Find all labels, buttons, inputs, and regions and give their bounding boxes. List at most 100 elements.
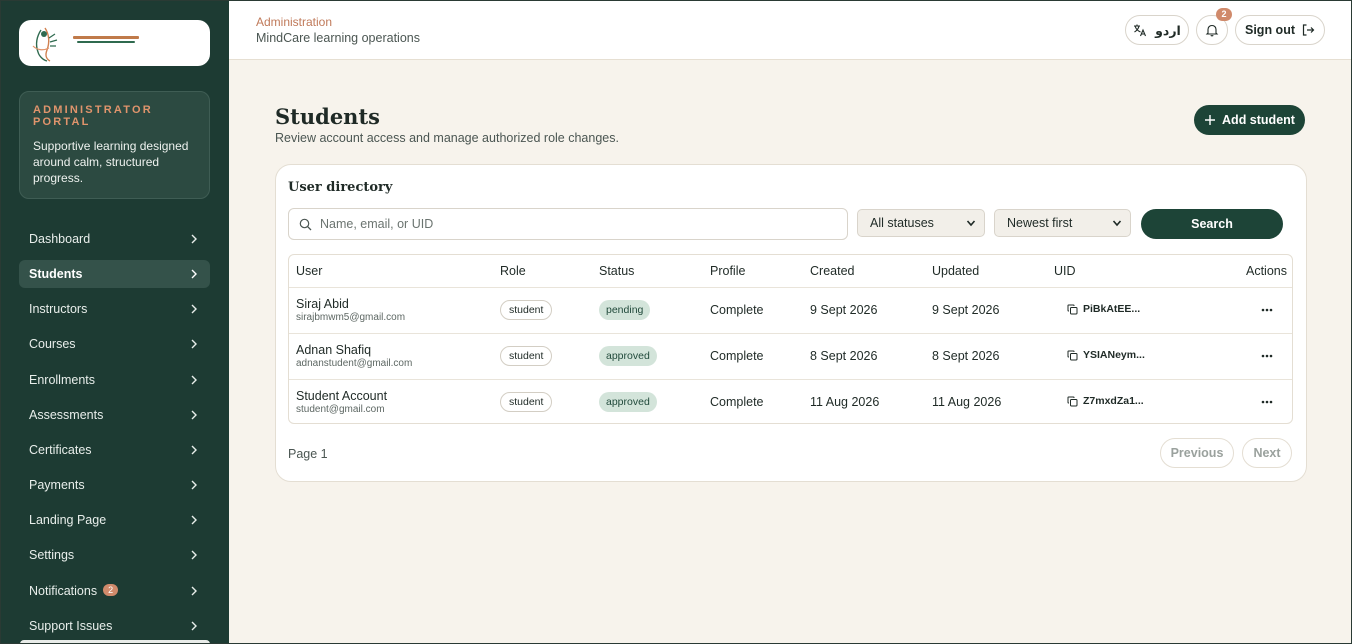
uid-value: Z7mxdZa1... bbox=[1083, 395, 1144, 407]
created-date: 11 Aug 2026 bbox=[810, 395, 880, 409]
more-actions-icon[interactable] bbox=[1259, 349, 1275, 363]
sidebar-item-label: Students bbox=[29, 267, 83, 281]
role-badge: student bbox=[500, 300, 553, 320]
chevron-right-icon bbox=[191, 480, 197, 490]
users-table: User Role Status Profile Created Updated… bbox=[288, 254, 1293, 424]
sidebar-item-label: Enrollments bbox=[29, 373, 95, 387]
column-header-actions: Actions bbox=[1246, 264, 1287, 278]
sort-select[interactable]: Newest first bbox=[994, 209, 1131, 237]
sidebar-item-landing-page[interactable]: Landing Page bbox=[19, 506, 210, 534]
breadcrumb[interactable]: Administration bbox=[256, 15, 332, 29]
notification-count-badge: 2 bbox=[103, 584, 119, 596]
bell-icon bbox=[1205, 24, 1219, 37]
updated-date: 8 Sept 2026 bbox=[932, 349, 1000, 363]
column-header-profile: Profile bbox=[710, 264, 746, 278]
sidebar-item-certificates[interactable]: Certificates bbox=[19, 436, 210, 464]
table-row[interactable]: Student Account student@gmail.com studen… bbox=[289, 379, 1292, 423]
profile-status: Complete bbox=[710, 303, 764, 317]
search-field[interactable] bbox=[288, 208, 848, 240]
page-subtitle: Review account access and manage authori… bbox=[275, 131, 619, 145]
chevron-right-icon bbox=[191, 375, 197, 385]
sidebar-item-students[interactable]: Students bbox=[19, 260, 210, 288]
sort-value: Newest first bbox=[1007, 216, 1073, 230]
role-badge: student bbox=[500, 392, 553, 412]
sidebar-item-notifications[interactable]: Notifications 2 bbox=[19, 577, 210, 605]
chevron-right-icon bbox=[191, 586, 197, 596]
chevron-right-icon bbox=[191, 621, 197, 631]
sidebar-item-enrollments[interactable]: Enrollments bbox=[19, 366, 210, 394]
profile-status: Complete bbox=[710, 349, 764, 363]
logout-icon bbox=[1302, 24, 1315, 36]
user-email: sirajbmwm5@gmail.com bbox=[296, 312, 406, 323]
sidebar-item-settings[interactable]: Settings bbox=[19, 541, 210, 569]
uid-copy[interactable]: PiBkAtEE... bbox=[1067, 303, 1140, 315]
sidebar-item-payments[interactable]: Payments bbox=[19, 471, 210, 499]
previous-page-button[interactable]: Previous bbox=[1160, 438, 1234, 468]
language-label: اردو bbox=[1155, 23, 1181, 38]
sidebar-item-dashboard[interactable]: Dashboard bbox=[19, 225, 210, 253]
search-icon bbox=[299, 218, 312, 230]
created-date: 8 Sept 2026 bbox=[810, 349, 878, 363]
brand-logo-icon bbox=[32, 27, 139, 62]
sidebar-item-assessments[interactable]: Assessments bbox=[19, 401, 210, 429]
column-header-user: User bbox=[296, 264, 323, 278]
chevron-right-icon bbox=[191, 234, 197, 244]
more-actions-icon[interactable] bbox=[1259, 395, 1275, 409]
chevron-down-icon bbox=[966, 220, 976, 227]
notifications-button[interactable]: 2 bbox=[1196, 8, 1232, 45]
user-email: adnanstudent@gmail.com bbox=[296, 358, 413, 369]
sidebar-item-label: Settings bbox=[29, 548, 75, 562]
chevron-right-icon bbox=[191, 410, 197, 420]
header-subtitle: MindCare learning operations bbox=[256, 31, 420, 45]
page-indicator: Page 1 bbox=[288, 447, 328, 461]
card-title: User directory bbox=[288, 180, 393, 195]
column-header-uid: UID bbox=[1054, 264, 1076, 278]
logo[interactable] bbox=[19, 20, 210, 66]
sidebar-item-label: Certificates bbox=[29, 443, 92, 457]
uid-value: YSIANeym... bbox=[1083, 349, 1145, 361]
portal-description: Supportive learning designed around calm… bbox=[33, 139, 189, 185]
copy-icon bbox=[1067, 396, 1078, 406]
status-badge: approved bbox=[599, 346, 657, 366]
column-header-created: Created bbox=[810, 264, 855, 278]
copy-icon bbox=[1067, 304, 1078, 314]
status-filter-select[interactable]: All statuses bbox=[857, 209, 985, 237]
translate-icon bbox=[1134, 24, 1147, 37]
user-name: Siraj Abid bbox=[296, 297, 349, 311]
chevron-right-icon bbox=[191, 550, 197, 560]
add-student-button[interactable]: Add student bbox=[1194, 105, 1305, 135]
sidebar-item-label: Notifications bbox=[29, 584, 98, 598]
uid-copy[interactable]: YSIANeym... bbox=[1067, 349, 1145, 361]
more-actions-icon[interactable] bbox=[1259, 303, 1275, 317]
portal-card: ADMINISTRATOR PORTAL Supportive learning… bbox=[19, 91, 210, 199]
sidebar-item-label: Instructors bbox=[29, 302, 88, 316]
copy-icon bbox=[1067, 350, 1078, 360]
role-badge: student bbox=[500, 346, 553, 366]
created-date: 9 Sept 2026 bbox=[810, 303, 878, 317]
table-row[interactable]: Adnan Shafiq adnanstudent@gmail.com stud… bbox=[289, 333, 1292, 379]
sidebar-item-label: Courses bbox=[29, 337, 76, 351]
next-page-button[interactable]: Next bbox=[1242, 438, 1292, 468]
uid-copy[interactable]: Z7mxdZa1... bbox=[1067, 395, 1144, 407]
column-header-role: Role bbox=[500, 264, 526, 278]
column-header-updated: Updated bbox=[932, 264, 980, 278]
sidebar-item-support-issues[interactable]: Support Issues bbox=[19, 612, 210, 640]
sidebar-item-instructors[interactable]: Instructors bbox=[19, 295, 210, 323]
chevron-down-icon bbox=[1112, 220, 1122, 227]
search-input[interactable] bbox=[320, 217, 847, 231]
user-directory-card: User directory All statuses Newest first… bbox=[275, 164, 1307, 482]
sidebar-item-label: Support Issues bbox=[29, 619, 113, 633]
search-button[interactable]: Search bbox=[1141, 209, 1283, 239]
language-toggle-button[interactable]: اردو bbox=[1125, 15, 1189, 45]
add-student-label: Add student bbox=[1222, 113, 1295, 127]
sidebar-item-label-wrap: Notifications 2 bbox=[29, 584, 188, 598]
table-row[interactable]: Siraj Abid sirajbmwm5@gmail.com student … bbox=[289, 287, 1292, 333]
sidebar-item-courses[interactable]: Courses bbox=[19, 330, 210, 358]
sign-out-button[interactable]: Sign out bbox=[1235, 15, 1325, 45]
chevron-right-icon bbox=[191, 304, 197, 314]
updated-date: 11 Aug 2026 bbox=[932, 395, 1002, 409]
user-email: student@gmail.com bbox=[296, 404, 385, 415]
sidebar-item-label: Dashboard bbox=[29, 232, 91, 246]
profile-status: Complete bbox=[710, 395, 764, 409]
chevron-right-icon bbox=[191, 339, 197, 349]
